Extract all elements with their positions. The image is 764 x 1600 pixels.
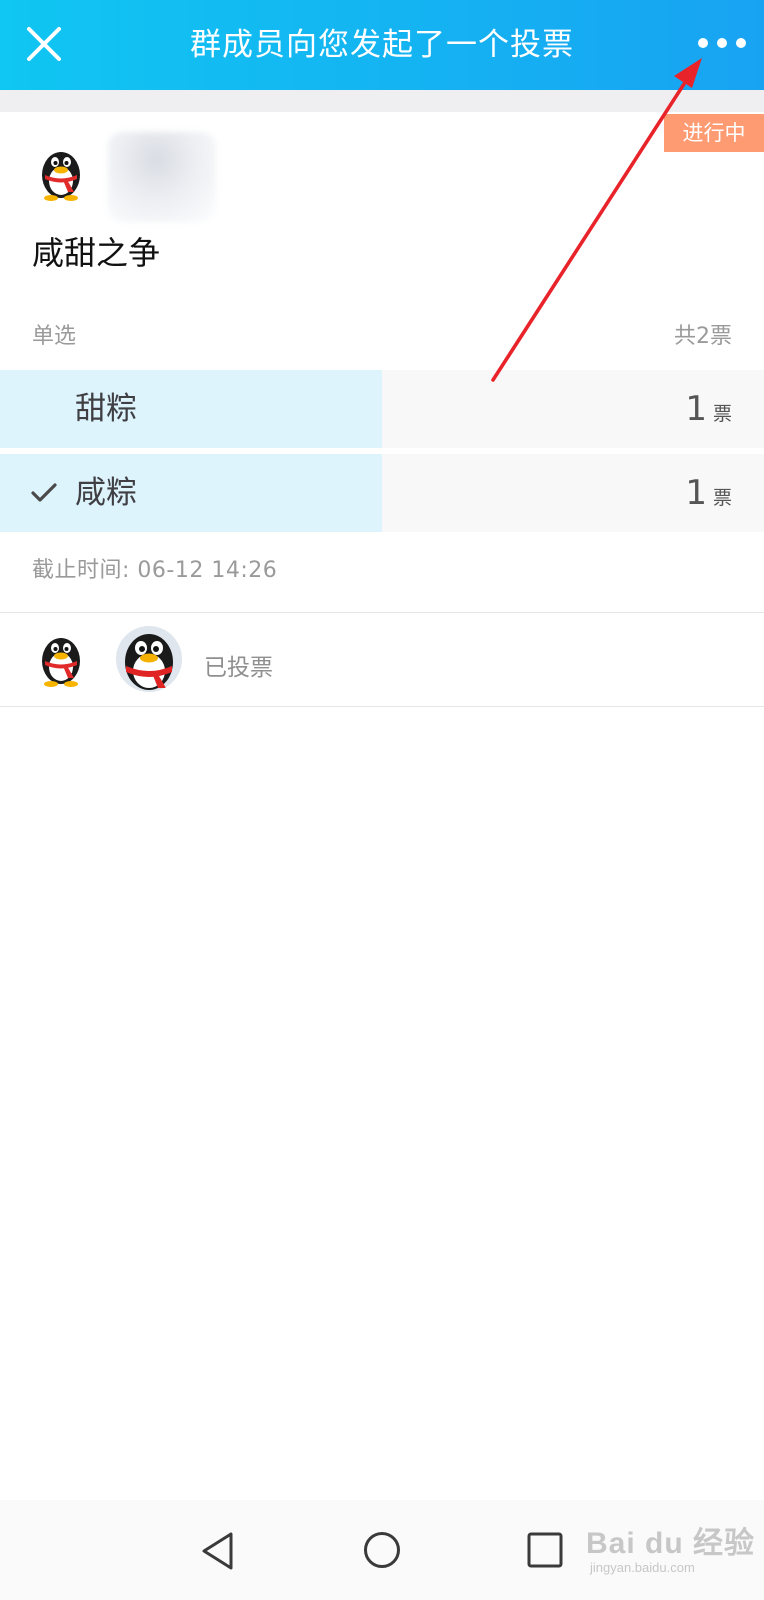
dot: [698, 38, 708, 48]
voter-avatar[interactable]: [116, 626, 182, 692]
penguin-icon: [116, 626, 182, 692]
dot: [736, 38, 746, 48]
circle-home-icon[interactable]: [362, 1530, 402, 1570]
poll-option[interactable]: 咸粽 1票: [0, 454, 764, 532]
check-icon: [31, 483, 57, 502]
more-horizontal-icon[interactable]: [694, 26, 750, 60]
deadline-text: 截止时间: 06-12 14:26: [32, 558, 278, 583]
top-app-bar: 群成员向您发起了一个投票: [0, 0, 764, 90]
poll-title: 咸甜之争: [32, 234, 161, 272]
creator-name-blurred: [108, 132, 216, 222]
watermark: Bai du 经验 jingyan.baidu.com: [586, 1518, 756, 1588]
triangle-back-icon[interactable]: [198, 1530, 238, 1572]
section-gap: [0, 90, 764, 112]
dot: [717, 38, 727, 48]
option-vote-count: 1票: [685, 454, 732, 532]
vote-count-unit: 票: [712, 487, 732, 509]
vote-count-number: 1: [685, 473, 707, 513]
status-badge: 进行中: [664, 114, 764, 152]
divider: [0, 706, 764, 707]
vote-count-unit: 票: [712, 403, 732, 425]
poll-type-label: 单选: [32, 324, 77, 349]
voted-status-text: 已投票: [204, 655, 273, 681]
option-label: 甜粽: [75, 391, 137, 427]
poll-option[interactable]: 甜粽 1票: [0, 370, 764, 448]
poll-total-votes: 共2票: [674, 324, 732, 349]
voter-avatar[interactable]: [33, 628, 89, 688]
page-title: 群成员向您发起了一个投票: [190, 27, 574, 63]
watermark-logo: Bai du 经验: [586, 1527, 756, 1560]
square-recent-icon[interactable]: [526, 1531, 564, 1569]
creator-avatar[interactable]: [33, 142, 89, 202]
divider: [0, 612, 764, 613]
watermark-url: jingyan.baidu.com: [590, 1560, 695, 1575]
vote-count-number: 1: [685, 389, 707, 429]
option-label: 咸粽: [75, 475, 137, 511]
option-vote-count: 1票: [685, 370, 732, 448]
option-result-bar: [0, 370, 382, 448]
